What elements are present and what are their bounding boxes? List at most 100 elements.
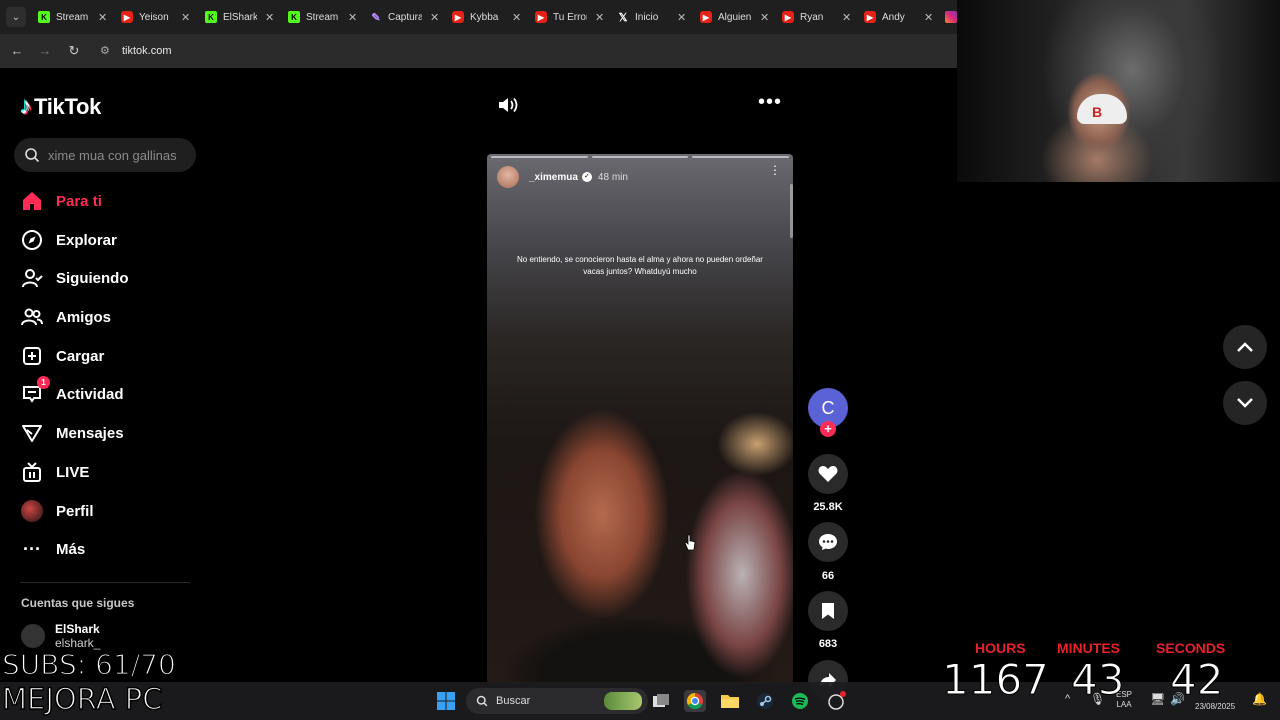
chrome-icon[interactable] — [684, 690, 706, 712]
tab-3[interactable]: K ElShark ✕ — [205, 6, 274, 28]
heart-icon — [818, 466, 838, 482]
subs-counter: SUBS: 61/70 — [1, 647, 176, 682]
forward-icon[interactable]: → — [36, 42, 54, 60]
file-explorer-icon[interactable] — [719, 690, 741, 712]
search-icon — [476, 695, 488, 707]
chevron-down-icon — [1237, 398, 1253, 408]
more-options-icon[interactable]: ••• — [758, 92, 782, 112]
close-icon[interactable]: ✕ — [348, 11, 357, 24]
video-more-icon[interactable]: ⋮ — [769, 164, 781, 176]
tab-6[interactable]: ▶ Kybba ✕ — [452, 6, 521, 28]
hand-cursor-icon — [684, 534, 696, 551]
search-highlight-icon — [604, 692, 642, 710]
avatar — [497, 166, 519, 188]
sidebar-item-cargar[interactable]: Cargar — [20, 343, 104, 369]
sidebar-item-amigos[interactable]: Amigos — [20, 304, 111, 330]
close-icon[interactable]: ✕ — [181, 11, 190, 24]
inbox-icon: 1 — [20, 376, 50, 406]
tab-1[interactable]: K Stream ✕ — [38, 6, 107, 28]
like-button[interactable] — [808, 454, 848, 494]
tab-9[interactable]: ▶ Alguien ✕ — [700, 6, 769, 28]
sidebar-item-actividad[interactable]: 1 Actividad — [20, 376, 124, 407]
verified-icon: ✓ — [581, 172, 592, 182]
video-author[interactable]: _ximemua ✓ 48 min — [497, 166, 628, 188]
sidebar-item-explorar[interactable]: Explorar — [20, 227, 117, 253]
search-box — [14, 138, 196, 172]
youtube-icon: ▶ — [452, 11, 464, 23]
more-icon: ··· — [23, 539, 41, 559]
save-button[interactable] — [808, 591, 848, 631]
story-progress — [491, 156, 790, 158]
search-icon — [25, 148, 40, 163]
notification-badge: 1 — [37, 376, 50, 389]
seconds-label: SECONDS — [1156, 640, 1226, 656]
kick-icon: K — [38, 11, 50, 23]
banner-text: MEJORA PC — [1, 681, 163, 717]
close-icon[interactable]: ✕ — [430, 11, 439, 24]
kick-icon: K — [205, 11, 217, 23]
divider — [20, 582, 190, 583]
b-logo-icon: B — [1092, 104, 1103, 120]
spotify-icon[interactable] — [789, 690, 811, 712]
sidebar-item-siguiendo[interactable]: Siguiendo — [20, 265, 129, 291]
comment-button[interactable] — [808, 522, 848, 562]
like-count: 25.8K — [813, 501, 843, 513]
home-icon — [20, 189, 44, 213]
close-icon[interactable]: ✕ — [98, 11, 107, 24]
steam-icon[interactable] — [754, 690, 776, 712]
comment-icon — [819, 534, 837, 550]
friends-icon — [20, 305, 44, 329]
taskbar-search[interactable]: Buscar — [466, 688, 648, 714]
tab-10[interactable]: ▶ Ryan ✕ — [782, 6, 851, 28]
sidebar-item-live[interactable]: LIVE — [20, 459, 89, 485]
address-bar: ← → ↻ ⚙ tiktok.com — [0, 34, 957, 68]
previous-video-button[interactable] — [1223, 325, 1267, 369]
notification-icon[interactable]: 🔔 — [1252, 693, 1267, 705]
minutes-label: MINUTES — [1057, 640, 1120, 656]
bookmark-icon — [822, 603, 834, 619]
following-title: Cuentas que sigues — [21, 596, 135, 610]
close-icon[interactable]: ✕ — [760, 11, 769, 24]
video-player[interactable]: _ximemua ✓ 48 min ⋮ No entiendo, se cono… — [487, 154, 793, 684]
next-video-button[interactable] — [1223, 381, 1267, 425]
sidebar-item-mas[interactable]: ··· Más — [20, 536, 85, 562]
tab-7[interactable]: ▶ Tu Error ✕ — [535, 6, 604, 28]
app-icon[interactable] — [825, 690, 847, 712]
x-icon: 𝕏 — [618, 11, 628, 24]
close-icon[interactable]: ✕ — [265, 11, 274, 24]
close-icon[interactable]: ✕ — [842, 11, 851, 24]
volume-icon[interactable] — [498, 96, 520, 114]
close-icon[interactable]: ✕ — [512, 11, 521, 24]
scrollbar[interactable] — [790, 184, 793, 238]
send-icon — [20, 421, 44, 445]
tiktok-logo[interactable]: ♪ TikTok — [20, 93, 101, 121]
tab-8[interactable]: 𝕏 Inicio ✕ — [617, 6, 687, 28]
windows-start-icon[interactable] — [435, 690, 457, 712]
minutes-value: 43 — [1070, 655, 1125, 705]
follow-plus-icon[interactable]: + — [820, 421, 836, 437]
search-input[interactable] — [48, 147, 188, 163]
back-icon[interactable]: ← — [8, 42, 26, 60]
webcam-feed: B — [957, 0, 1280, 182]
site-info-icon[interactable]: ⚙ — [100, 44, 114, 58]
close-icon[interactable]: ✕ — [924, 11, 933, 24]
youtube-icon: ▶ — [864, 11, 876, 23]
tab-4[interactable]: K Stream ✕ — [288, 6, 357, 28]
network-icon[interactable]: 🖥 — [1150, 693, 1165, 705]
tab-2[interactable]: ▶ Yeison ✕ — [121, 6, 190, 28]
sidebar-item-perfil[interactable]: Perfil — [20, 498, 94, 524]
close-icon[interactable]: ✕ — [595, 11, 604, 24]
close-icon[interactable]: ✕ — [677, 11, 686, 24]
tray-chevron-icon[interactable]: ^ — [1065, 694, 1070, 705]
tab-5[interactable]: ✎ Captura ✕ — [370, 6, 439, 28]
sidebar-item-para-ti[interactable]: Para ti — [20, 188, 102, 214]
video-caption: No entiendo, se conocieron hasta el alma… — [517, 255, 763, 276]
following-account[interactable]: ElShark elshark_ — [21, 622, 100, 650]
live-icon — [20, 460, 44, 484]
url-field[interactable]: ⚙ tiktok.com — [100, 40, 172, 62]
tab-search-chevron-icon[interactable]: ⌄ — [6, 7, 26, 27]
tab-11[interactable]: ▶ Andy ✕ — [864, 6, 933, 28]
reload-icon[interactable]: ↻ — [65, 42, 83, 60]
sidebar-item-mensajes[interactable]: Mensajes — [20, 420, 124, 446]
task-view-icon[interactable] — [650, 690, 672, 712]
